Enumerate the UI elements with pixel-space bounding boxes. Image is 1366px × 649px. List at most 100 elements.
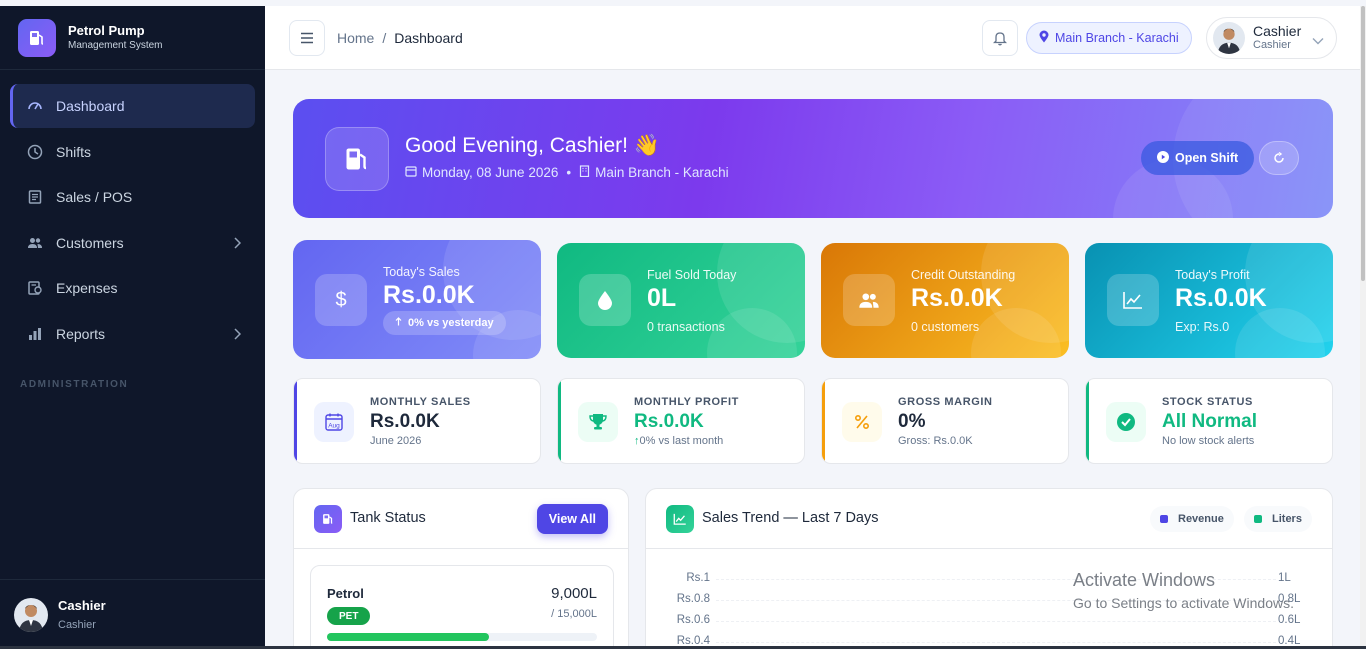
fuel-pump-icon: [18, 18, 56, 57]
sidebar-item-label: Reports: [56, 325, 106, 342]
dashboard-icon: [26, 97, 44, 115]
legend-revenue[interactable]: Revenue: [1150, 506, 1234, 532]
user-role: Cashier: [1253, 39, 1291, 51]
sidebar-item-shifts[interactable]: Shifts: [10, 130, 255, 174]
brand-subtitle: Management System: [68, 39, 163, 51]
dollar-icon: $: [315, 274, 367, 326]
stat-value: Rs.0.0K: [1175, 284, 1267, 312]
sidebar-user[interactable]: Cashier Cashier: [0, 579, 265, 649]
calendar-icon-text: Aug: [328, 423, 340, 430]
refresh-button[interactable]: [1259, 141, 1299, 175]
mini-card-gross-margin[interactable]: GROSS MARGIN 0% Gross: Rs.0.0K: [821, 378, 1069, 464]
bar-chart-icon: [26, 325, 44, 343]
mini-value: All Normal: [1162, 411, 1258, 432]
menu-toggle-button[interactable]: [289, 20, 325, 56]
branch-name: Main Branch - Karachi: [1055, 31, 1179, 45]
notifications-button[interactable]: [982, 20, 1018, 56]
tank-card[interactable]: Petrol PET 9,000L / 15,000L: [310, 565, 614, 649]
y-tick-left: Rs.0.6: [676, 614, 710, 626]
mini-label: STOCK STATUS: [1162, 396, 1253, 408]
tank-level: 9,000L: [551, 585, 597, 602]
sidebar: Petrol Pump Management System Dashboard …: [0, 6, 265, 649]
watermark-line-1: Activate Windows: [1073, 570, 1216, 590]
users-icon: [843, 274, 895, 326]
stat-badge-text: 0% vs yesterday: [408, 317, 494, 329]
greeting-title: Good Evening, Cashier! 👋: [405, 134, 660, 157]
user-name: Cashier: [1253, 23, 1302, 39]
tank-status-panel: Tank Status View All Petrol PET 9,000L /…: [293, 488, 629, 649]
calendar-icon: [405, 165, 417, 180]
calendar-icon: Aug: [314, 402, 354, 442]
y-tick-left: Rs.0.8: [676, 593, 710, 605]
clock-icon: [26, 143, 44, 161]
sidebar-item-sales-pos[interactable]: Sales / POS: [10, 175, 255, 219]
mini-sub-row: ↑0% vs last month: [634, 435, 723, 447]
refresh-icon: [1274, 152, 1284, 163]
mini-sub: 0% vs last month: [639, 435, 724, 447]
stat-sub: 0 customers: [911, 320, 980, 334]
chevron-right-icon: [233, 327, 242, 343]
branch-selector[interactable]: Main Branch - Karachi: [1026, 22, 1192, 54]
watermark-line-2: Go to Settings to activate Windows.: [1073, 595, 1294, 611]
user-menu[interactable]: Cashier Cashier: [1206, 17, 1337, 59]
play-circle-icon: [1157, 150, 1169, 166]
mini-value: Rs.0.0K: [370, 411, 440, 432]
stat-card-credit-outstanding[interactable]: Credit Outstanding Rs.0.0K 0 customers: [821, 243, 1069, 358]
sidebar-item-expenses[interactable]: Expenses: [10, 266, 255, 310]
sidebar-user-role: Cashier: [58, 619, 96, 631]
grid-line: [716, 621, 1276, 622]
breadcrumb: Home / Dashboard: [337, 30, 463, 46]
mini-card-stock-status[interactable]: STOCK STATUS All Normal No low stock ale…: [1085, 378, 1333, 464]
grid-line: [716, 642, 1276, 643]
separator-dot: •: [566, 165, 572, 180]
stat-value: Rs.0.0K: [383, 281, 475, 309]
mini-sub: No low stock alerts: [1162, 435, 1255, 447]
stat-sub: 0 transactions: [647, 320, 725, 334]
sidebar-item-label: Dashboard: [56, 98, 125, 114]
stat-card-today-sales[interactable]: $ Today's Sales Rs.0.0K 0% vs yesterday: [293, 240, 541, 359]
wallet-icon: [26, 279, 44, 297]
mini-card-monthly-profit[interactable]: MONTHLY PROFIT Rs.0.0K ↑0% vs last month: [557, 378, 805, 464]
sidebar-item-dashboard[interactable]: Dashboard: [10, 84, 255, 128]
breadcrumb-separator: /: [382, 30, 387, 46]
section-label-administration: ADMINISTRATION: [20, 379, 129, 390]
sidebar-item-label: Shifts: [56, 143, 92, 160]
brand-title: Petrol Pump: [68, 22, 145, 38]
stat-card-fuel-sold[interactable]: Fuel Sold Today 0L 0 transactions: [557, 243, 805, 358]
hero-branch: Main Branch - Karachi: [595, 165, 729, 180]
trend-icon: [1107, 274, 1159, 326]
fuel-pump-icon: [325, 127, 389, 191]
legend-label: Revenue: [1178, 513, 1224, 525]
breadcrumb-home[interactable]: Home: [337, 30, 374, 46]
tank-badge: PET: [327, 607, 371, 625]
droplet-icon: [579, 274, 631, 326]
greeting-meta: Monday, 08 June 2026 • Main Branch - Kar…: [405, 165, 729, 180]
trend-icon: [666, 505, 694, 533]
stat-value: Rs.0.0K: [911, 284, 1003, 312]
stat-card-today-profit[interactable]: Today's Profit Rs.0.0K Exp: Rs.0: [1085, 243, 1333, 358]
legend-swatch: [1254, 515, 1262, 523]
view-all-button[interactable]: View All: [536, 504, 608, 534]
mini-label: MONTHLY SALES: [370, 396, 471, 408]
stat-badge: 0% vs yesterday: [383, 311, 506, 335]
mini-card-monthly-sales[interactable]: Aug MONTHLY SALES Rs.0.0K June 2026: [293, 378, 541, 464]
y-tick-left: Rs.1: [686, 572, 710, 584]
open-shift-button[interactable]: Open Shift: [1141, 141, 1255, 175]
arrow-up-icon: [395, 317, 402, 329]
tank-name: Petrol: [327, 586, 364, 601]
mini-label: MONTHLY PROFIT: [634, 396, 739, 408]
receipt-icon: [26, 188, 44, 206]
scrollbar-thumb[interactable]: [1361, 6, 1365, 281]
hamburger-icon: [301, 32, 313, 44]
map-pin-icon: [1039, 30, 1049, 46]
sidebar-item-reports[interactable]: Reports: [10, 312, 255, 356]
building-icon: [579, 165, 590, 180]
breadcrumb-current: Dashboard: [394, 30, 463, 46]
sidebar-item-customers[interactable]: Customers: [10, 221, 255, 265]
stat-label: Credit Outstanding: [911, 268, 1016, 282]
panel-title: Sales Trend — Last 7 Days: [702, 510, 879, 526]
legend-liters[interactable]: Liters: [1244, 506, 1312, 532]
stat-label: Today's Profit: [1175, 268, 1250, 282]
trophy-icon: [578, 402, 618, 442]
sidebar-nav: Dashboard Shifts Sales / POS Customers E…: [0, 70, 265, 356]
